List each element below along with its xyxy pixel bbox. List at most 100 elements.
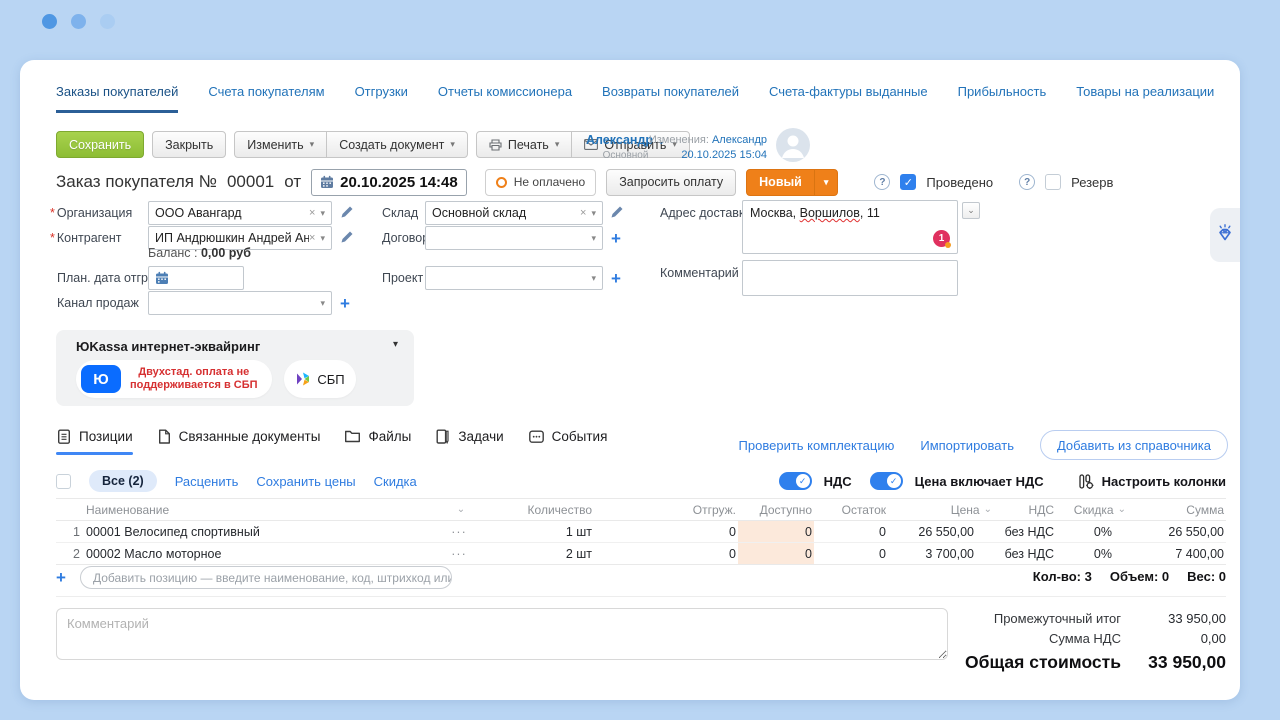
row-vat[interactable]: без НДС: [992, 525, 1056, 539]
yookassa-collapse-icon[interactable]: ▾: [393, 339, 398, 350]
nav-tab-customer-returns[interactable]: Возвраты покупателей: [602, 84, 739, 113]
add-project-button[interactable]: +: [611, 270, 621, 287]
row-name[interactable]: 00001 Велосипед спортивный: [86, 525, 442, 539]
caret-down-icon[interactable]: ▾: [320, 298, 325, 309]
tab-events[interactable]: События: [528, 429, 607, 455]
nav-tab-commission-reports[interactable]: Отчеты комиссионера: [438, 84, 572, 113]
sbp-pill[interactable]: СБП: [284, 360, 356, 398]
row-quantity[interactable]: 1 шт: [476, 525, 594, 539]
import-link[interactable]: Импортировать: [920, 438, 1014, 453]
row-price[interactable]: 26 550,00: [888, 525, 992, 539]
select-all-checkbox[interactable]: [56, 473, 71, 489]
add-position-plus-button[interactable]: +: [56, 569, 66, 586]
tab-files[interactable]: Файлы: [344, 429, 411, 454]
add-sales-channel-button[interactable]: +: [340, 295, 350, 312]
form-comment-field[interactable]: [742, 260, 958, 296]
ship-date-field[interactable]: [148, 266, 244, 290]
reprice-link[interactable]: Расценить: [175, 474, 239, 489]
add-from-catalog-button[interactable]: Добавить из справочника: [1039, 430, 1228, 460]
window-dot-3[interactable]: [100, 14, 115, 29]
caret-down-icon[interactable]: ▾: [591, 208, 596, 219]
yookassa-warning-pill[interactable]: Ю Двухстад. оплата не поддерживается в С…: [76, 360, 272, 398]
bonus-side-tab[interactable]: [1210, 208, 1240, 262]
row-menu-icon[interactable]: ···: [442, 525, 476, 539]
order-comment-textarea[interactable]: [56, 608, 948, 660]
header-available[interactable]: Доступно: [738, 503, 814, 517]
row-quantity[interactable]: 2 шт: [476, 547, 594, 561]
nav-tab-customer-orders[interactable]: Заказы покупателей: [56, 84, 179, 113]
edit-button[interactable]: Изменить ▾: [234, 131, 328, 158]
request-payment-button[interactable]: Запросить оплату: [606, 168, 737, 196]
header-name[interactable]: Наименование: [86, 503, 442, 517]
window-dot-1[interactable]: [42, 14, 57, 29]
configure-columns-button[interactable]: Настроить колонки: [1078, 473, 1226, 490]
sales-channel-field[interactable]: ▾: [148, 291, 332, 315]
print-button[interactable]: Печать ▾: [475, 131, 573, 158]
status-dropdown[interactable]: Новый ▾: [746, 168, 839, 196]
discount-link[interactable]: Скидка: [374, 474, 417, 489]
contract-field[interactable]: ▾: [425, 226, 603, 250]
tab-tasks[interactable]: Задачи: [435, 428, 504, 455]
delivery-address-field[interactable]: Москва, Воршилов, 11 1: [742, 200, 958, 254]
header-shipped[interactable]: Отгруж.: [594, 503, 738, 517]
close-button[interactable]: Закрыть: [152, 131, 227, 158]
header-discount[interactable]: Скидка ⌄: [1056, 503, 1126, 517]
add-position-input[interactable]: Добавить позицию — введите наименование,…: [79, 566, 452, 589]
caret-down-icon[interactable]: ▾: [320, 208, 325, 219]
header-vat[interactable]: НДС: [992, 503, 1056, 517]
save-prices-link[interactable]: Сохранить цены: [256, 474, 355, 489]
table-row[interactable]: 1 00001 Велосипед спортивный ··· 1 шт 0 …: [56, 521, 1226, 543]
tab-linked-documents[interactable]: Связанные документы: [157, 428, 320, 455]
vat-toggle[interactable]: ✓: [778, 472, 812, 490]
clear-icon[interactable]: ×: [309, 232, 315, 244]
reserve-help-icon[interactable]: ?: [1019, 174, 1036, 190]
tab-positions[interactable]: Позиции: [56, 428, 133, 455]
subtotal-label: Промежуточный итог: [993, 611, 1121, 626]
window-dot-2[interactable]: [71, 14, 86, 29]
document-number[interactable]: 00001: [227, 172, 274, 192]
conducted-checkbox[interactable]: ✓: [900, 174, 917, 190]
reserve-checkbox[interactable]: [1045, 174, 1062, 190]
header-menu-chevron-icon[interactable]: ⌄: [446, 504, 476, 515]
header-stock[interactable]: Остаток: [814, 503, 888, 517]
organization-field[interactable]: ООО Авангард × ▾: [148, 201, 332, 225]
caret-down-icon[interactable]: ▾: [591, 233, 596, 244]
add-contract-button[interactable]: +: [611, 230, 621, 247]
sales-channel-label: Канал продаж: [57, 296, 139, 310]
nav-tab-goods-on-sale[interactable]: Товары на реализации: [1076, 84, 1214, 113]
row-discount[interactable]: 0%: [1056, 547, 1126, 561]
filter-all-pill[interactable]: Все (2): [89, 470, 157, 492]
caret-down-icon[interactable]: ▾: [591, 273, 596, 284]
price-includes-vat-toggle[interactable]: ✓: [869, 472, 903, 490]
row-price[interactable]: 3 700,00: [888, 547, 992, 561]
header-price[interactable]: Цена ⌄: [888, 503, 992, 517]
clear-icon[interactable]: ×: [580, 207, 586, 219]
save-button[interactable]: Сохранить: [56, 131, 145, 158]
row-discount[interactable]: 0%: [1056, 525, 1126, 539]
check-assembly-link[interactable]: Проверить комплектацию: [739, 438, 895, 453]
header-quantity[interactable]: Количество: [476, 503, 594, 517]
address-expand-button[interactable]: ⌄: [962, 202, 980, 219]
project-field[interactable]: ▾: [425, 266, 603, 290]
create-document-button[interactable]: Создать документ ▾: [326, 131, 468, 158]
nav-tab-issued-invoices[interactable]: Счета-фактуры выданные: [769, 84, 928, 113]
edit-warehouse-pencil-icon[interactable]: [610, 205, 624, 219]
nav-tab-profitability[interactable]: Прибыльность: [958, 84, 1047, 113]
document-datetime-field[interactable]: 20.10.2025 14:48: [311, 168, 467, 196]
avatar[interactable]: [776, 128, 810, 162]
table-row[interactable]: 2 00002 Масло моторное ··· 2 шт 0 0 0 3 …: [56, 543, 1226, 565]
row-name[interactable]: 00002 Масло моторное: [86, 547, 442, 561]
row-menu-icon[interactable]: ···: [442, 547, 476, 561]
caret-down-icon[interactable]: ▾: [320, 233, 325, 244]
header-sum[interactable]: Сумма: [1126, 503, 1226, 517]
nav-tab-shipments[interactable]: Отгрузки: [355, 84, 408, 113]
warehouse-field[interactable]: Основной склад × ▾: [425, 201, 603, 225]
changes-author[interactable]: Александр: [712, 134, 767, 146]
edit-counterparty-pencil-icon[interactable]: [340, 230, 354, 244]
clear-icon[interactable]: ×: [309, 207, 315, 219]
nav-tab-customer-invoices[interactable]: Счета покупателям: [208, 84, 324, 113]
row-vat[interactable]: без НДС: [992, 547, 1056, 561]
address-notification-badge[interactable]: 1: [933, 230, 951, 248]
conducted-help-icon[interactable]: ?: [874, 174, 891, 190]
edit-organization-pencil-icon[interactable]: [340, 205, 354, 219]
